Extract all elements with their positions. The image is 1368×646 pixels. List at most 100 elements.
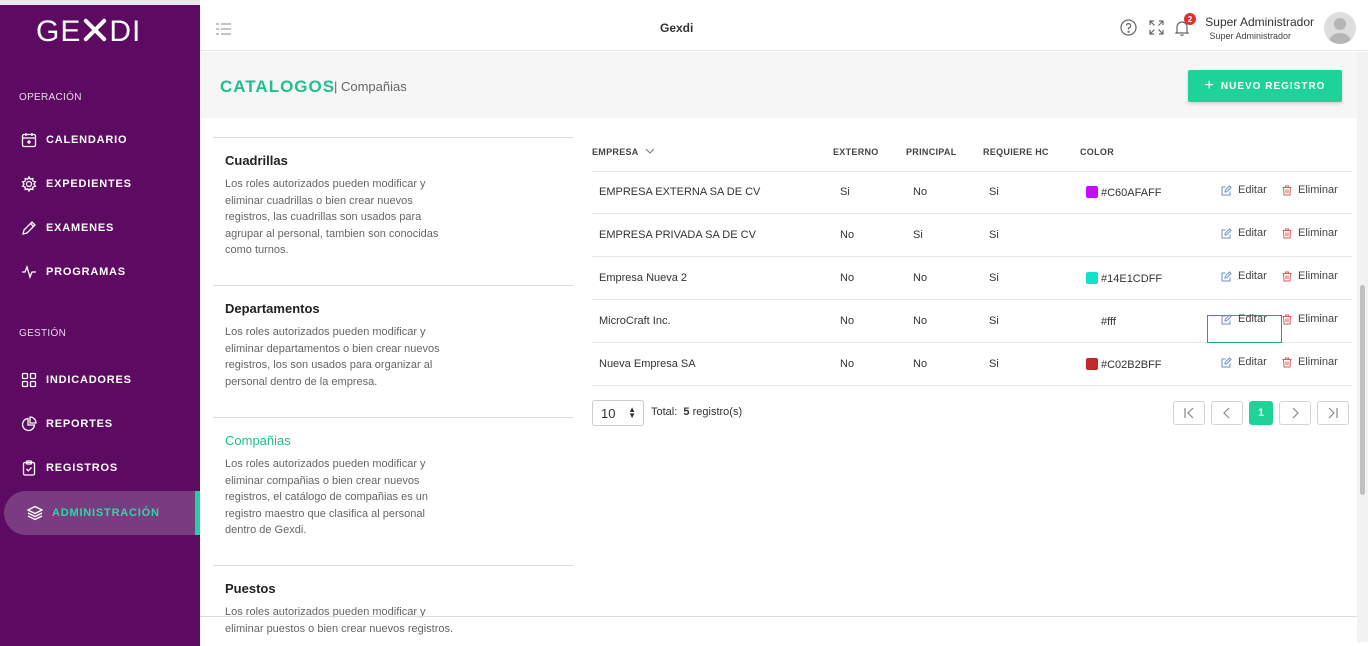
column-header-externo[interactable]: EXTERNO [833,147,879,157]
catalog-title: Puestos [225,581,276,596]
cell-externo: No [840,315,855,327]
sidebar-item-reportes[interactable]: REPORTES [0,402,200,446]
scrollbar-thumb[interactable] [1360,285,1365,495]
sidebar-item-examenes[interactable]: EXAMENES [0,206,200,250]
color-swatch [1086,358,1098,370]
page-header: CATALOGOS | Compañias + NUEVO REGISTRO [200,52,1357,118]
chevron-right-icon [1292,407,1299,419]
sidebar-item-administracion[interactable]: ADMINISTRACIÓN [4,491,200,535]
select-arrows-icon: ▲ ▼ [628,405,636,420]
sidebar-item-label: EXPEDIENTES [46,178,132,190]
catalog-item-cuadrillas[interactable]: Cuadrillas Los roles autorizados pueden … [213,137,573,259]
delete-button[interactable]: Eliminar [1282,356,1338,368]
first-page-button[interactable] [1173,401,1205,425]
cell-empresa: MicroCraft Inc. [599,315,671,327]
column-header-requiere-hc[interactable]: REQUIERE HC [983,147,1049,157]
grid-icon [20,371,38,389]
user-name[interactable]: Super Administrador [1205,15,1314,29]
cell-empresa: EMPRESA EXTERNA SA DE CV [599,186,761,198]
sidebar-item-indicadores[interactable]: INDICADORES [0,358,200,402]
delete-label: Eliminar [1298,270,1338,282]
color-value: #14E1CDFF [1101,273,1163,285]
page-size-select[interactable]: 10 ▲ ▼ [592,400,644,426]
cell-color: #14E1CDFF [1086,272,1162,285]
edit-button[interactable]: Editar [1221,227,1267,239]
cell-externo: No [840,229,855,241]
section-title-operacion: OPERACIÓN [19,92,82,103]
catalog-description: Los roles autorizados pueden modificar y… [225,326,440,388]
sidebar-item-calendario[interactable]: CALENDARIO [0,118,200,162]
help-icon[interactable] [1120,19,1137,41]
catalog-item-companias[interactable]: Compañias Los roles autorizados pueden m… [213,417,573,539]
column-header-empresa[interactable]: EMPRESA [592,147,655,157]
cell-empresa: EMPRESA PRIVADA SA DE CV [599,229,756,241]
cell-requiere-hc: Si [989,358,999,370]
logo-text-left: GE [36,15,82,48]
table-row: Nueva Empresa SA No No Si #C02B2BFF Edit… [592,343,1352,386]
first-page-icon [1184,407,1194,419]
last-page-icon [1328,407,1338,419]
catalog-description: Los roles autorizados pueden modificar y… [225,606,454,635]
table-row: Empresa Nueva 2 No No Si #14E1CDFF Edita… [592,257,1352,300]
avatar[interactable] [1324,12,1356,44]
next-page-button[interactable] [1279,401,1311,425]
footer-divider [200,616,1357,617]
color-swatch [1086,315,1098,327]
delete-button[interactable]: Eliminar [1282,184,1338,196]
page-button-1[interactable]: 1 [1249,401,1273,425]
page-title: CATALOGOS [220,77,336,96]
delete-button[interactable]: Eliminar [1282,270,1338,282]
new-record-label: NUEVO REGISTRO [1220,80,1326,92]
cell-requiere-hc: Si [989,186,999,198]
edit-button[interactable]: Editar [1221,313,1267,325]
cell-principal: No [913,272,928,284]
edit-button[interactable]: Editar [1221,184,1267,196]
delete-button[interactable]: Eliminar [1282,313,1338,325]
sidebar-item-label: INDICADORES [46,374,132,386]
catalog-item-puestos[interactable]: Puestos Los roles autorizados pueden mod… [213,565,573,637]
cell-empresa: Nueva Empresa SA [599,358,696,370]
total-count: 5 [683,406,690,418]
page-size-value: 10 [601,406,616,421]
column-label: EMPRESA [592,147,639,157]
edit-label: Editar [1238,184,1267,196]
table-row: MicroCraft Inc. No No Si #fff Editar Eli… [592,300,1352,343]
edit-icon [1221,270,1232,281]
app-title: Gexdi [660,21,694,35]
trash-icon [1282,185,1292,195]
sidebar-item-label: ADMINISTRACIÓN [52,507,160,519]
new-record-button[interactable]: + NUEVO REGISTRO [1188,70,1342,102]
edit-icon [1221,184,1232,195]
sidebar-item-expedientes[interactable]: EXPEDIENTES [0,162,200,206]
sidebar-item-programas[interactable]: PROGRAMAS [0,250,200,294]
column-header-color[interactable]: COLOR [1080,147,1114,157]
prev-page-button[interactable] [1211,401,1243,425]
catalog-title: Departamentos [225,301,320,316]
breadcrumb: | Compañias [334,79,407,94]
cell-color: #fff [1086,315,1116,328]
menu-toggle-icon[interactable] [216,22,232,40]
delete-label: Eliminar [1298,184,1338,196]
edit-button[interactable]: Editar [1221,356,1267,368]
pulse-icon [20,263,38,281]
user-role: Super Administrador [1209,31,1291,41]
sidebar-item-registros[interactable]: REGISTROS [0,446,200,490]
gexdi-logo[interactable]: GE DI [36,15,141,49]
column-header-principal[interactable]: PRINCIPAL [906,147,957,157]
cell-externo: No [840,272,855,284]
color-swatch [1086,272,1098,284]
catalog-item-departamentos[interactable]: Departamentos Los roles autorizados pued… [213,285,573,390]
color-swatch [1086,186,1098,198]
delete-button[interactable]: Eliminar [1282,227,1338,239]
edit-button[interactable]: Editar [1221,270,1267,282]
cell-externo: Si [840,186,850,198]
sidebar-item-label: EXAMENES [46,222,115,234]
top-bar: Gexdi 2 Super Administrador Super Admini… [200,5,1368,51]
section-title-gestion: GESTIÓN [19,328,67,339]
sidebar-item-label: PROGRAMAS [46,266,126,278]
fullscreen-icon[interactable] [1149,20,1164,40]
last-page-button[interactable] [1317,401,1349,425]
pen-icon [20,219,38,237]
edit-icon [1221,313,1232,324]
chevron-left-icon [1223,407,1230,419]
